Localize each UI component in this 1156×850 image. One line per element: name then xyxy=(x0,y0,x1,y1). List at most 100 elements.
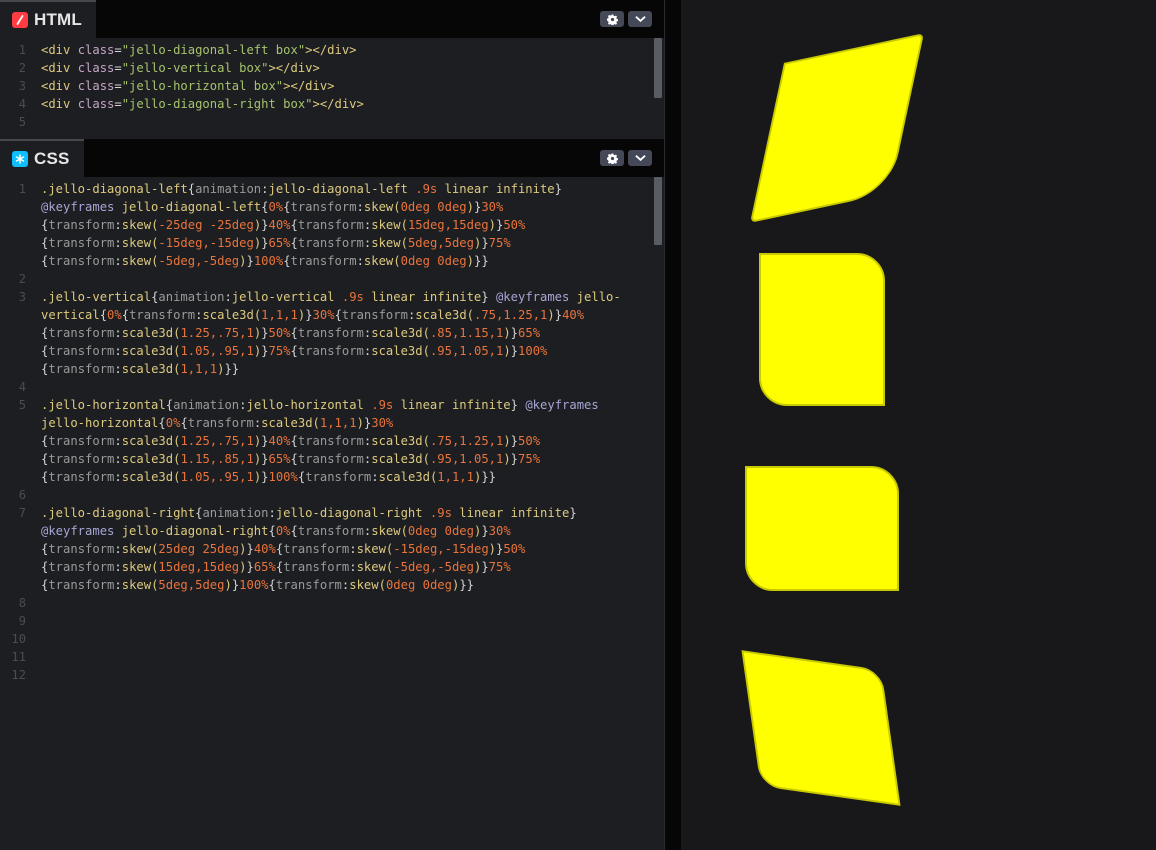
css-panel: CSS 1 2 3 4 5 6 7 8 9 10 11 12 .jello-di… xyxy=(0,139,664,850)
code-token: transform xyxy=(48,560,115,574)
code-token: } xyxy=(510,452,519,466)
code-line[interactable]: {transform:scale3d(1,1,1)}} xyxy=(41,360,650,378)
code-token: 40% xyxy=(562,308,585,322)
code-line[interactable]: {transform:skew(-25deg -25deg)}40%{trans… xyxy=(41,216,650,234)
code-token: 1,1,1 xyxy=(319,416,357,430)
code-line[interactable]: .jello-vertical{animation:jello-vertical… xyxy=(41,288,650,306)
code-line[interactable] xyxy=(41,270,650,288)
code-token: jello-diagonal-right xyxy=(114,524,269,538)
code-line[interactable]: {transform:skew(15deg,15deg)}65%{transfo… xyxy=(41,558,650,576)
html-code-editor[interactable]: <div class="jello-diagonal-left box"></d… xyxy=(41,41,650,131)
code-line[interactable]: {transform:scale3d(1.15,.85,1)}65%{trans… xyxy=(41,450,650,468)
code-line[interactable]: .jello-diagonal-left{animation:jello-dia… xyxy=(41,180,650,198)
code-line[interactable]: .jello-diagonal-right{animation:jello-di… xyxy=(41,504,650,522)
code-line[interactable]: {transform:scale3d(1.05,.95,1)}75%{trans… xyxy=(41,342,650,360)
code-token: scale3d( xyxy=(371,434,430,448)
code-token: jello-diagonal-left xyxy=(268,182,416,196)
code-token: : xyxy=(114,452,122,466)
code-line[interactable]: {transform:skew(-5deg,-5deg)}100%{transf… xyxy=(41,252,650,270)
code-token: transform xyxy=(129,308,196,322)
code-line[interactable]: <div class="jello-diagonal-left box"></d… xyxy=(41,41,650,59)
code-token: skew( xyxy=(121,578,159,592)
line-number: 3 xyxy=(18,79,26,93)
code-token: skew( xyxy=(121,254,159,268)
code-line[interactable] xyxy=(41,612,650,630)
code-token: transform xyxy=(48,362,115,376)
code-token: 0deg 0deg xyxy=(400,254,467,268)
css-tab[interactable]: CSS xyxy=(0,139,84,177)
code-token: vertical xyxy=(41,308,100,322)
code-token: class xyxy=(77,61,115,75)
line-number: 8 xyxy=(18,596,26,610)
code-token: transform xyxy=(283,542,350,556)
html-scrollbar[interactable] xyxy=(654,38,662,98)
code-line[interactable]: vertical{0%{transform:scale3d(1,1,1)}30%… xyxy=(41,306,650,324)
code-token: } xyxy=(481,236,489,250)
code-token: <div xyxy=(41,97,78,111)
css-code-area[interactable]: 1 2 3 4 5 6 7 8 9 10 11 12 .jello-diagonal-left{ani… xyxy=(0,177,664,850)
css-settings-button[interactable] xyxy=(600,150,624,166)
code-line[interactable]: {transform:skew(5deg,5deg)}100%{transfor… xyxy=(41,576,650,594)
code-token: 30% xyxy=(488,524,511,538)
code-line[interactable] xyxy=(41,378,650,396)
html-panel: HTML 12345 <div class="jello-diagonal-le… xyxy=(0,0,664,138)
code-line[interactable]: {transform:skew(25deg 25deg)}40%{transfo… xyxy=(41,540,650,558)
code-token: jello-diagonal-left xyxy=(114,200,262,214)
css-scrollbar[interactable] xyxy=(654,177,662,245)
line-number: 9 xyxy=(18,614,26,628)
code-token: } xyxy=(510,326,519,340)
resize-handle[interactable] xyxy=(664,0,681,850)
code-token: transform xyxy=(297,524,364,538)
code-token: transform xyxy=(297,452,364,466)
code-token: .jello-diagonal-left xyxy=(41,182,188,196)
code-line[interactable]: <div class="jello-diagonal-right box"></… xyxy=(41,95,650,113)
code-line[interactable]: @keyframes jello-diagonal-right{0%{trans… xyxy=(41,522,650,540)
code-token: .85,1.15,1 xyxy=(429,326,504,340)
html-logo-icon xyxy=(12,12,28,28)
code-line[interactable] xyxy=(41,594,650,612)
code-line[interactable]: {transform:scale3d(1.25,.75,1)}40%{trans… xyxy=(41,432,650,450)
code-line[interactable]: <div class="jello-vertical box"></div> xyxy=(41,59,650,77)
html-tab[interactable]: HTML xyxy=(0,0,97,38)
html-settings-button[interactable] xyxy=(600,11,624,27)
code-line[interactable] xyxy=(41,648,650,666)
html-collapse-button[interactable] xyxy=(628,11,652,27)
code-token: scale3d( xyxy=(415,308,474,322)
code-token: -15deg,-15deg xyxy=(393,542,489,556)
code-line[interactable]: .jello-horizontal{animation:jello-horizo… xyxy=(41,396,650,414)
line-number xyxy=(0,324,32,342)
code-token: { xyxy=(121,308,130,322)
chevron-down-icon xyxy=(634,15,646,23)
code-line[interactable]: {transform:scale3d(1.05,.95,1)}100%{tran… xyxy=(41,468,650,486)
code-token: 75% xyxy=(268,344,291,358)
code-token: ></div> xyxy=(268,61,320,75)
code-line[interactable] xyxy=(41,113,650,131)
code-line[interactable]: <div class="jello-horizontal box"></div> xyxy=(41,77,650,95)
code-line[interactable]: {transform:skew(-15deg,-15deg)}65%{trans… xyxy=(41,234,650,252)
code-token: skew( xyxy=(371,218,408,232)
code-line[interactable]: @keyframes jello-diagonal-left{0%{transf… xyxy=(41,198,650,216)
code-token: 1.25,.75,1 xyxy=(180,326,254,340)
code-line[interactable] xyxy=(41,630,650,648)
code-line[interactable]: jello-horizontal{0%{transform:scale3d(1,… xyxy=(41,414,650,432)
code-token: class xyxy=(77,43,115,57)
code-line[interactable] xyxy=(41,666,650,684)
code-token: = xyxy=(114,97,122,111)
line-number xyxy=(0,234,32,252)
code-token: { xyxy=(268,524,276,538)
css-code-editor[interactable]: .jello-diagonal-left{animation:jello-dia… xyxy=(41,180,650,684)
code-token: : xyxy=(114,560,122,574)
code-line[interactable]: {transform:scale3d(1.25,.75,1)}50%{trans… xyxy=(41,324,650,342)
code-token: 75% xyxy=(488,236,511,250)
line-number xyxy=(0,558,32,576)
code-line[interactable] xyxy=(41,486,650,504)
line-number: 10 xyxy=(11,632,26,646)
code-token: 15deg,15deg xyxy=(407,218,489,232)
code-token: "jello-horizontal box" xyxy=(121,79,284,93)
css-collapse-button[interactable] xyxy=(628,150,652,166)
html-code-area[interactable]: 12345 <div class="jello-diagonal-left bo… xyxy=(0,38,664,138)
code-token: "jello-diagonal-right box" xyxy=(121,97,313,111)
code-token: scale3d( xyxy=(371,344,430,358)
chevron-down-icon xyxy=(634,154,646,162)
line-number xyxy=(0,450,32,468)
